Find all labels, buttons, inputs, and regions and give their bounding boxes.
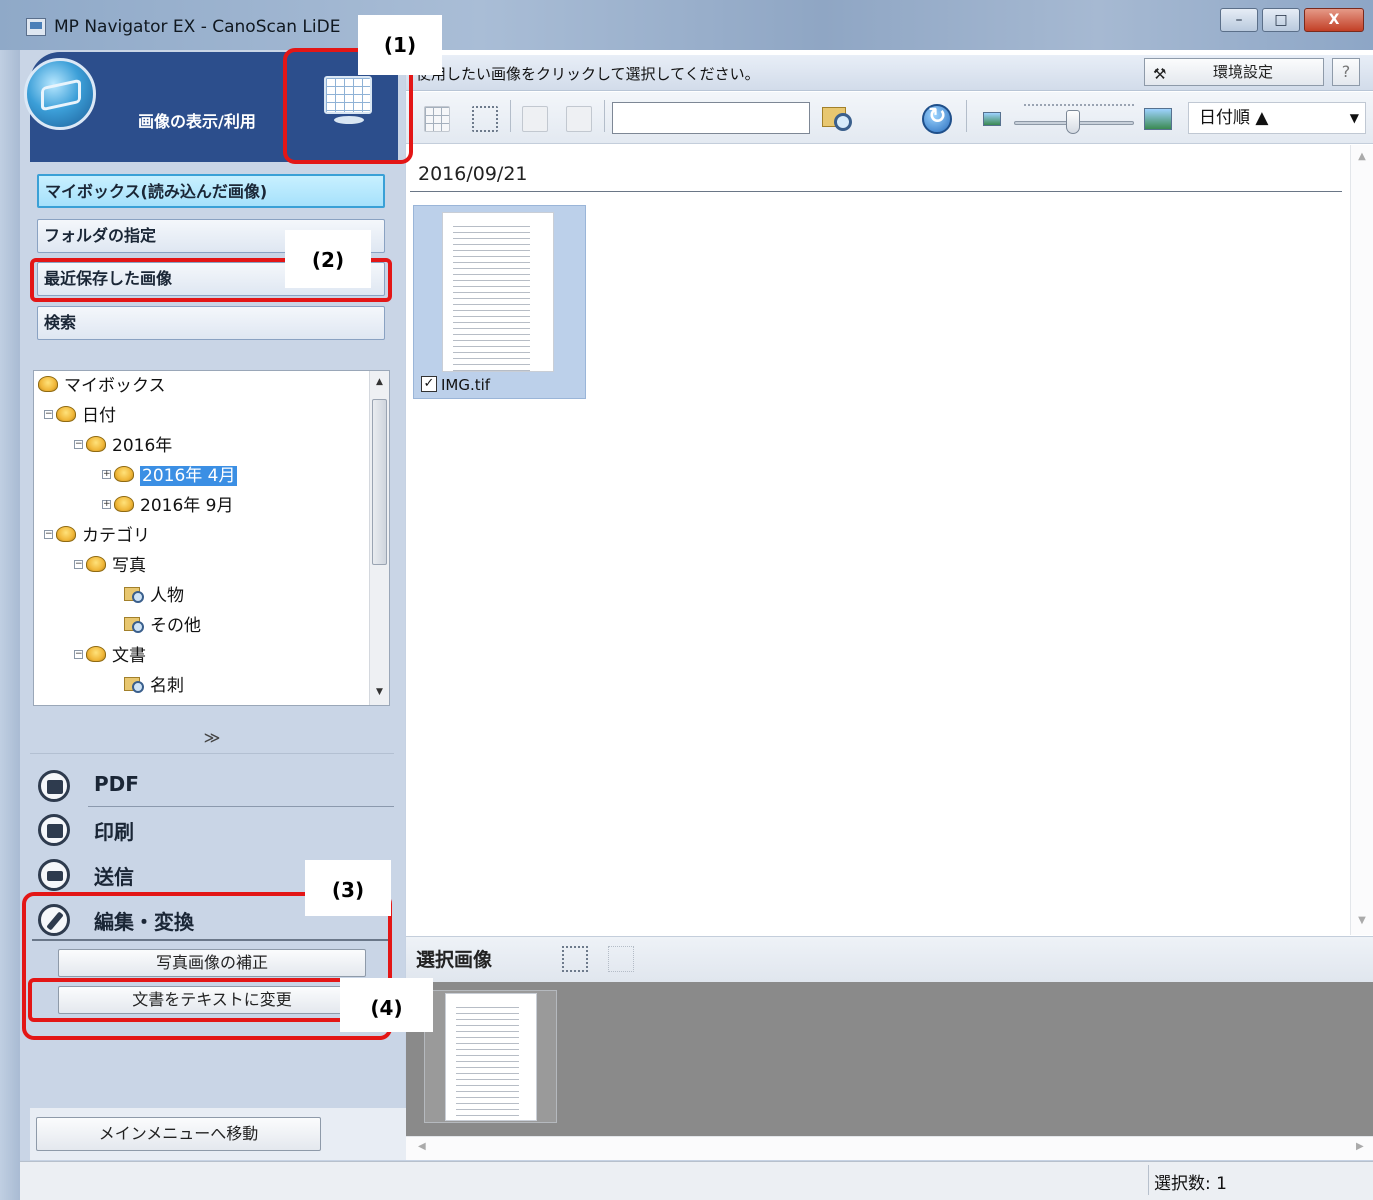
sort-label: 日付順 ▲ [1199, 108, 1269, 128]
expand-icon[interactable]: + [102, 499, 111, 509]
thumbnail-scrollbar[interactable]: ▲ ▼ [1350, 145, 1373, 935]
tree-item-mybox[interactable]: マイボックス [38, 373, 166, 399]
clear-selection-icon[interactable] [608, 946, 634, 972]
tree-item-category[interactable]: − カテゴリ [44, 523, 150, 549]
toolbar-separator [966, 100, 967, 132]
selection-scrollbar[interactable]: ◀ ▶ [406, 1136, 1373, 1160]
chevron-down-icon: ▼ [1349, 111, 1359, 125]
refresh-icon[interactable] [922, 104, 952, 134]
folder-icon [56, 526, 76, 542]
folder-icon [56, 406, 76, 422]
minimize-button[interactable]: – [1220, 8, 1258, 32]
close-button[interactable]: X [1304, 8, 1364, 32]
folder-icon [86, 646, 106, 662]
callout-3-label: (3) [305, 860, 391, 916]
maximize-button[interactable]: □ [1262, 8, 1300, 32]
tree-item-2016-04[interactable]: +2016年 4月 [102, 463, 238, 489]
select-all-icon[interactable] [424, 106, 450, 132]
zoom-ticks [1024, 104, 1134, 108]
help-button[interactable]: ? [1332, 58, 1360, 86]
mail-icon [38, 859, 70, 891]
globe-icon [24, 58, 96, 130]
folder-icon [86, 556, 106, 572]
folder-icon [86, 436, 106, 452]
scroll-thumb[interactable] [372, 399, 387, 565]
mode-title: 画像の表示/利用 [138, 112, 256, 131]
thumbnail-card[interactable] [413, 205, 586, 399]
sort-select[interactable]: 日付順 ▲ ▼ [1188, 102, 1366, 134]
expand-actions-toggle[interactable]: ≫ [30, 728, 394, 754]
folder-icon [114, 496, 134, 512]
tree-item-2016[interactable]: −2016年 [74, 433, 172, 459]
folder-search-icon [124, 585, 144, 603]
scroll-down-icon[interactable]: ▼ [1355, 915, 1369, 926]
scroll-up-icon[interactable]: ▲ [1355, 151, 1369, 162]
window-title: MP Navigator EX - CanoScan LiDE [54, 17, 341, 37]
selection-count: 選択数: 1 [1154, 1174, 1227, 1194]
tree-item-2016-09[interactable]: +2016年 9月 [102, 493, 233, 519]
scanner-app-icon [26, 18, 46, 36]
document-thumbnail [442, 212, 554, 372]
collapse-icon[interactable]: − [74, 649, 83, 659]
folder-search-icon [124, 675, 144, 693]
main-menu-button[interactable]: メインメニューへ移動 [36, 1117, 321, 1151]
search-input[interactable] [612, 102, 810, 134]
scroll-down-icon[interactable]: ▼ [370, 683, 389, 701]
folder-search-icon [124, 615, 144, 633]
document-thumbnail [445, 993, 537, 1121]
callout-4-frame [28, 978, 388, 1022]
pdf-icon [38, 770, 70, 802]
deselect-icon[interactable] [472, 106, 498, 132]
date-group-heading: 2016/09/21 [418, 163, 528, 185]
app-window: MP Navigator EX - CanoScan LiDE – □ X 画像… [0, 0, 1373, 1200]
deselect-icon[interactable] [562, 946, 588, 972]
toolbar-separator [604, 100, 605, 132]
printer-icon [38, 814, 70, 846]
tree-scrollbar[interactable]: ▲ ▼ [369, 371, 389, 705]
status-separator [1148, 1165, 1149, 1195]
scroll-right-icon[interactable]: ▶ [1356, 1141, 1364, 1152]
expand-icon[interactable]: + [102, 469, 111, 479]
scroll-up-icon[interactable]: ▲ [370, 373, 389, 391]
toolbar-separator [510, 100, 511, 132]
title-bar: MP Navigator EX - CanoScan LiDE – □ X [0, 0, 1373, 50]
folder-icon [38, 376, 58, 392]
small-thumbnail-icon[interactable] [983, 112, 1001, 126]
tree-item-other[interactable]: その他 [124, 613, 201, 639]
tree-item-date[interactable]: − 日付 [44, 403, 116, 429]
collapse-icon[interactable]: − [74, 439, 83, 449]
thumbnail-name: IMG.tif [441, 376, 491, 394]
env-settings-button[interactable]: ⚒ 環境設定 [1144, 58, 1324, 86]
scroll-left-icon[interactable]: ◀ [418, 1141, 426, 1152]
tree-item-business-card[interactable]: 名刺 [124, 673, 184, 699]
selection-title: 選択画像 [416, 949, 493, 971]
tree-item-document[interactable]: − 文書 [74, 643, 146, 669]
callout-4-label: (4) [340, 978, 433, 1032]
selection-bar [406, 936, 1373, 982]
callout-2-label: (2) [285, 230, 371, 288]
tools-icon: ⚒ [1153, 65, 1167, 83]
folder-icon [114, 466, 134, 482]
callout-1-label: (1) [358, 15, 442, 75]
window-left-frame [0, 50, 20, 1200]
collapse-icon[interactable]: − [44, 529, 53, 539]
instruction-text: 使用したい画像をクリックして選択してください。 [416, 65, 760, 83]
image-info-icon[interactable] [566, 106, 592, 132]
selected-thumbnail[interactable] [424, 990, 557, 1123]
tree-item-people[interactable]: 人物 [124, 583, 184, 609]
zoom-slider-thumb[interactable] [1066, 110, 1080, 134]
collapse-icon[interactable]: − [74, 559, 83, 569]
folder-search-icon[interactable] [820, 103, 854, 133]
palette-icon[interactable] [522, 106, 548, 132]
folder-tree[interactable]: マイボックス − 日付 −2016年 +2016年 4月 +2016年 9月 − カ… [33, 370, 390, 706]
nav-search[interactable]: 検索 [37, 306, 385, 340]
thumbnail-checkbox[interactable]: ✓ [421, 376, 437, 392]
date-divider [410, 191, 1342, 192]
collapse-icon[interactable]: − [44, 409, 53, 419]
nav-mybox[interactable]: マイボックス(読み込んだ画像) [37, 174, 385, 208]
tree-item-photo[interactable]: − 写真 [74, 553, 146, 579]
large-thumbnail-icon[interactable] [1144, 108, 1172, 130]
